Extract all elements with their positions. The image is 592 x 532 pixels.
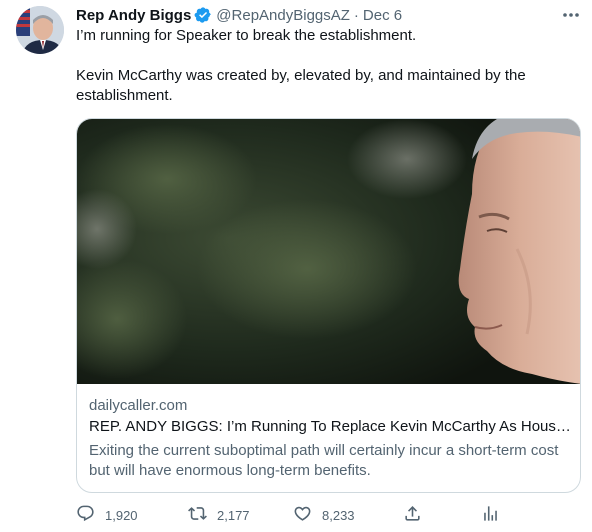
more-icon[interactable]: [560, 6, 582, 24]
tweet-text-line2: Kevin McCarthy was created by, elevated …: [76, 67, 526, 104]
card-domain: dailycaller.com: [89, 397, 188, 414]
link-card[interactable]: dailycaller.com REP. ANDY BIGGS: I’m Run…: [76, 118, 581, 493]
card-image[interactable]: [77, 119, 580, 384]
card-title: REP. ANDY BIGGS: I’m Running To Replace …: [89, 418, 574, 435]
tweet-date[interactable]: Dec 6: [363, 7, 402, 24]
author-name[interactable]: Rep Andy Biggs: [76, 7, 191, 24]
reply-count: 1,920: [105, 507, 138, 523]
tweet-header: Rep Andy Biggs @RepAndyBiggsAZ · Dec 6: [76, 5, 402, 25]
retweet-count: 2,177: [217, 507, 250, 523]
like-button[interactable]: 8,233: [293, 503, 355, 527]
verified-icon: [194, 6, 212, 24]
avatar[interactable]: [16, 6, 64, 54]
retweet-button[interactable]: 2,177: [188, 503, 250, 527]
tweet-text-line1: I’m running for Speaker to break the est…: [76, 27, 417, 44]
tweet: Rep Andy Biggs @RepAndyBiggsAZ · Dec 6 I…: [0, 0, 592, 532]
analytics-icon: [481, 504, 500, 526]
share-button[interactable]: [403, 503, 422, 527]
like-count: 8,233: [322, 507, 355, 523]
separator-dot: ·: [353, 6, 359, 24]
card-description: Exiting the current suboptimal path will…: [89, 442, 559, 479]
retweet-icon: [188, 504, 207, 526]
like-icon: [293, 504, 312, 526]
reply-icon: [76, 504, 95, 526]
tweet-actions: 1,920 2,177 8,233: [0, 503, 592, 527]
reply-button[interactable]: 1,920: [76, 503, 138, 527]
share-icon: [403, 504, 422, 526]
author-handle[interactable]: @RepAndyBiggsAZ: [216, 7, 350, 24]
analytics-button[interactable]: [481, 503, 500, 527]
